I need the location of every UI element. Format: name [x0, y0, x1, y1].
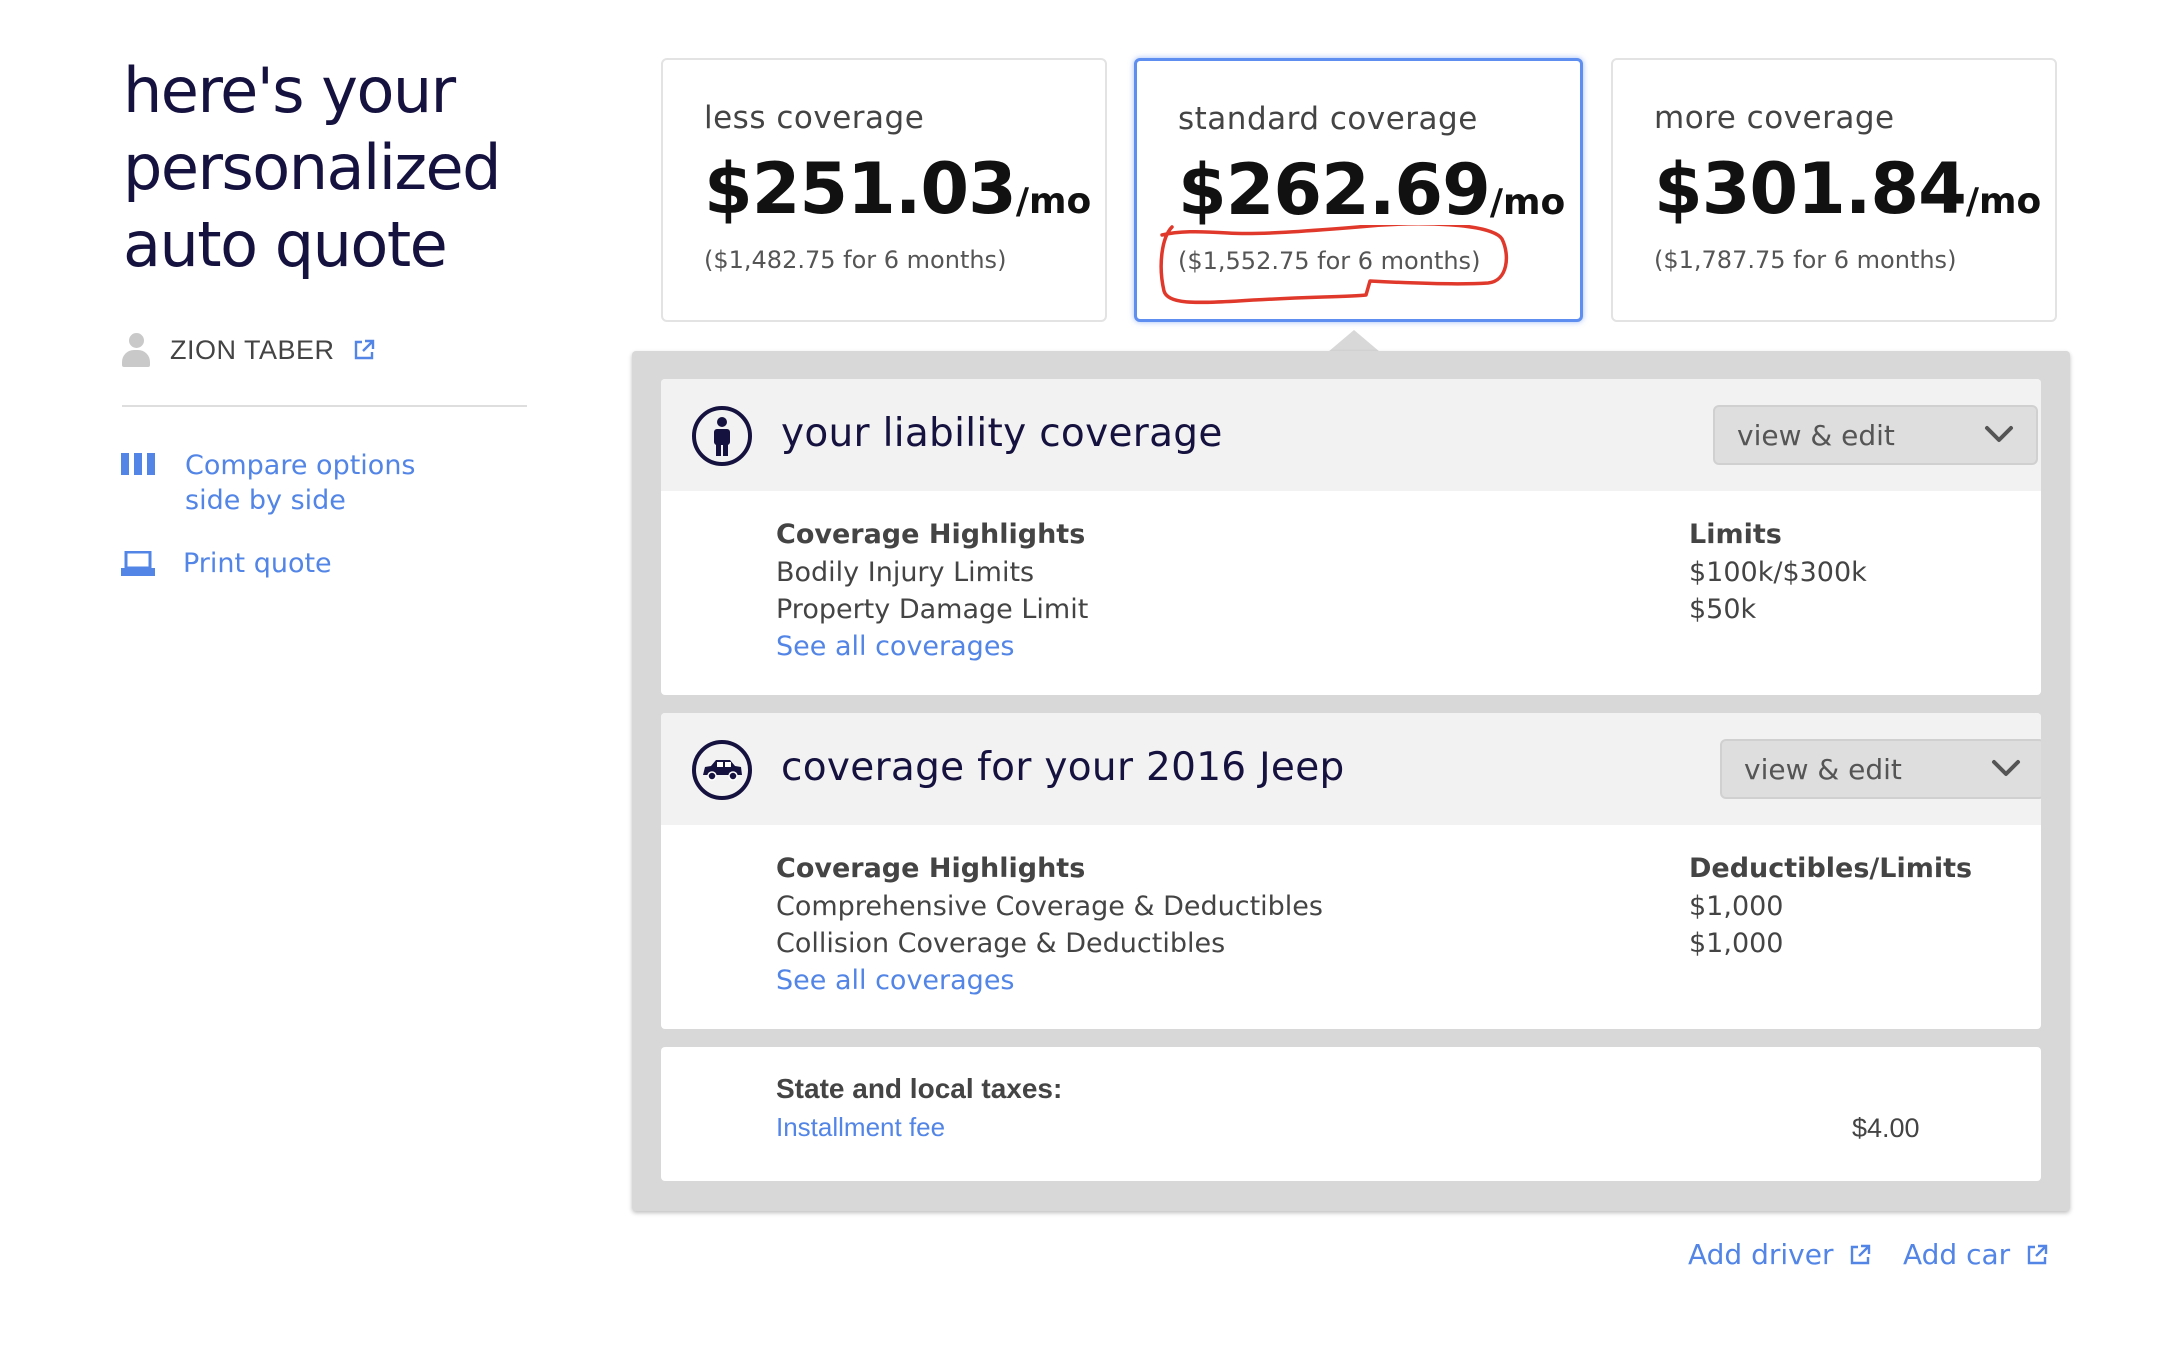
vehicle-section: coverage for your 2016 Jeep view & edit … — [661, 713, 2041, 1029]
external-link-icon — [1851, 1244, 1871, 1264]
installment-fee-amount: $4.00 — [1852, 1113, 1920, 1143]
see-all-coverages-link[interactable]: See all coverages — [776, 631, 1015, 662]
coverage-row-label: Collision Coverage & Deductibles — [776, 928, 1226, 959]
print-quote-label[interactable]: Print quote — [183, 546, 332, 581]
coverage-row-value: $100k/$300k — [1689, 557, 1867, 588]
chevron-down-icon — [1985, 426, 2013, 442]
page-title: here's your personalized auto quote — [123, 54, 502, 281]
coverage-row-value: $50k — [1689, 594, 1757, 625]
plan-price: $251.03/mo — [704, 148, 1092, 230]
view-edit-button[interactable]: view & edit — [1713, 405, 2038, 465]
coverage-details-panel: your liability coverage view & edit Cove… — [632, 351, 2070, 1211]
view-edit-label: view & edit — [1737, 419, 1895, 452]
plan-total: ($1,552.75 for 6 months) — [1178, 247, 1481, 275]
plan-total: ($1,482.75 for 6 months) — [704, 246, 1007, 274]
taxes-section: State and local taxes: Installment fee $… — [661, 1047, 2041, 1181]
installment-fee-link[interactable]: Installment fee — [776, 1112, 945, 1143]
person-icon — [692, 406, 752, 466]
view-edit-button[interactable]: view & edit — [1720, 739, 2041, 799]
user-name: ZION TABER — [170, 334, 335, 365]
print-quote-link[interactable]: Print quote — [121, 546, 332, 581]
coverage-highlights-header: Coverage Highlights — [776, 519, 1086, 550]
vehicle-body: Coverage Highlights Deductibles/Limits C… — [661, 825, 2041, 1029]
plan-price: $301.84/mo — [1654, 148, 2042, 230]
plan-name: less coverage — [704, 100, 925, 136]
compare-options-link[interactable]: Compare options side by side — [121, 448, 445, 518]
section-title: your liability coverage — [781, 411, 1223, 456]
selected-card-pointer — [1328, 330, 1380, 352]
plan-price: $262.69/mo — [1178, 149, 1566, 231]
printer-icon — [121, 551, 155, 576]
add-car-link[interactable]: Add car — [1903, 1238, 2048, 1271]
external-link-icon — [2027, 1244, 2048, 1264]
taxes-header: State and local taxes: — [776, 1073, 1063, 1104]
liability-body: Coverage Highlights Limits Bodily Injury… — [661, 491, 2041, 695]
vehicle-header: coverage for your 2016 Jeep view & edit — [661, 713, 2041, 825]
coverage-row-label: Property Damage Limit — [776, 594, 1089, 625]
plan-card-standard[interactable]: standard coverage $262.69/mo ($1,552.75 … — [1134, 58, 1583, 322]
compare-options-label[interactable]: Compare options side by side — [185, 448, 445, 518]
section-title: coverage for your 2016 Jeep — [781, 745, 1345, 790]
limits-header: Limits — [1689, 519, 1782, 550]
add-driver-link[interactable]: Add driver — [1688, 1238, 1871, 1271]
view-edit-label: view & edit — [1744, 753, 1902, 786]
plan-name: standard coverage — [1178, 101, 1478, 137]
car-icon — [692, 740, 752, 800]
coverage-row-value: $1,000 — [1689, 928, 1784, 959]
see-all-coverages-link[interactable]: See all coverages — [776, 965, 1015, 996]
coverage-row-label: Comprehensive Coverage & Deductibles — [776, 891, 1323, 922]
add-driver-label[interactable]: Add driver — [1688, 1238, 1833, 1271]
plan-name: more coverage — [1654, 100, 1895, 136]
plan-total: ($1,787.75 for 6 months) — [1654, 246, 1957, 274]
add-car-label[interactable]: Add car — [1903, 1238, 2010, 1271]
coverage-highlights-header: Coverage Highlights — [776, 853, 1086, 884]
external-link-icon[interactable] — [353, 339, 375, 361]
coverage-row-value: $1,000 — [1689, 891, 1784, 922]
chevron-down-icon — [1992, 760, 2020, 776]
liability-section: your liability coverage view & edit Cove… — [661, 379, 2041, 695]
columns-icon — [121, 453, 155, 475]
plan-card-less[interactable]: less coverage $251.03/mo ($1,482.75 for … — [661, 58, 1107, 322]
user-row: ZION TABER — [122, 330, 375, 370]
coverage-row-label: Bodily Injury Limits — [776, 557, 1035, 588]
sidebar-divider — [122, 405, 527, 407]
plan-card-more[interactable]: more coverage $301.84/mo ($1,787.75 for … — [1611, 58, 2057, 322]
deductibles-limits-header: Deductibles/Limits — [1689, 853, 1973, 884]
user-icon — [122, 333, 150, 367]
liability-header: your liability coverage view & edit — [661, 379, 2041, 491]
